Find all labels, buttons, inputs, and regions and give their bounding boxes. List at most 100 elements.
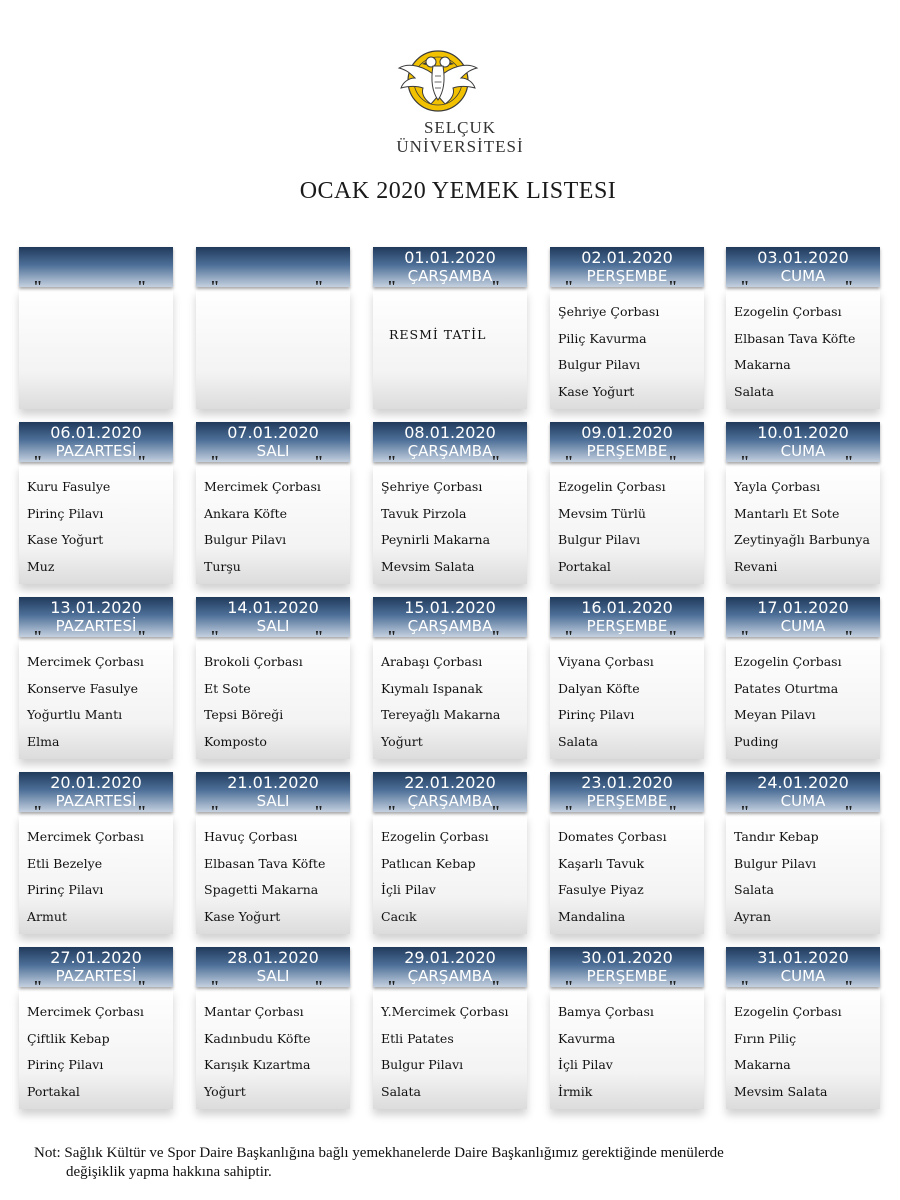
menu-item: Tepsi Böreği [204,707,284,722]
menu-item-list: Ezogelin Çorbası Mevsim Türlü Bulgur Pilav… [558,474,666,580]
quote-mark-right: " [314,627,324,646]
day-card-body: RESMİ TATİL [373,289,527,409]
day-card-body: Mercimek Çorbası Çiftlik Kebap Pirinç Pila… [19,989,173,1109]
menu-item: Şehriye Çorbası [558,304,660,319]
quote-mark-left: " [210,627,220,646]
day-card-body [196,289,350,409]
menu-item: Havuç Çorbası [204,829,298,844]
menu-item: Mandalina [558,908,626,924]
menu-item: Kase Yoğurt [558,383,635,399]
menu-item: Pirinç Pilavı [558,707,635,722]
menu-item-list: Ezogelin Çorbası Fırın Piliç Makarna Mevsim… [734,999,842,1105]
menu-item: Makarna [734,357,791,372]
quote-mark-right: " [668,627,678,646]
menu-item: Bulgur Pilavı [558,357,641,372]
quote-mark-left: " [564,277,574,296]
menu-item-list: Mercimek Çorbası Etli Bezelye Pirinç Pilav… [27,824,144,930]
menu-item: Şehriye Çorbası [381,479,483,494]
day-card-body: Domates Çorbası Kaşarlı Tavuk Fasulye Piya… [550,814,704,934]
day-card-body [19,289,173,409]
menu-item-list: Ezogelin Çorbası Elbasan Tava Köfte Makarn… [734,299,855,405]
day-card-body: Mantar Çorbası Kadınbudu Köfte Karışık Kız… [196,989,350,1109]
menu-item: Kadınbudu Köfte [204,1030,311,1046]
quote-mark-left: " [210,452,220,471]
day-card-body: Mercimek Çorbası Ankara Köfte Bulgur Pilav… [196,464,350,584]
page-title: OCAK 2020 YEMEK LISTESI [299,178,617,204]
menu-item-list: Mercimek Çorbası Konserve Fasulye Yoğurtlu… [27,649,144,755]
menu-item-list: Bamya Çorbası Kavurma İçli Pilav İrmik [558,999,654,1105]
menu-item: Dalyan Köfte [558,680,640,696]
day-card: Tandır Kebap Bulgur Pilavı Salata Ayran 24.0… [726,772,880,942]
day-card: Arabaşı Çorbası Kıymalı Ispanak Tereyağlı … [373,597,527,767]
holiday-label: RESMİ TATİL [389,327,487,342]
menu-item: İçli Pilav [558,1057,613,1072]
quote-mark-right: " [137,977,147,996]
day-card: Mercimek Çorbası Çiftlik Kebap Pirinç Pila… [19,947,173,1117]
menu-item: Mercimek Çorbası [27,654,144,669]
day-card: RESMİ TATİL 01.01.2020 ÇARŞAMBA " " [373,247,527,417]
quote-mark-left: " [740,802,750,821]
menu-item: Elbasan Tava Köfte [734,330,856,346]
quote-mark-left: " [740,277,750,296]
menu-item: Tandır Kebap [734,829,819,844]
quote-mark-left: " [564,802,574,821]
menu-item: Etli Bezelye [27,855,103,871]
menu-item: İrmik [558,1083,593,1099]
quote-mark-left: " [740,452,750,471]
day-card-date: 28.01.2020 [227,948,319,967]
day-card: Mercimek Çorbası Etli Bezelye Pirinç Pilav… [19,772,173,942]
quote-mark-right: " [314,802,324,821]
menu-item: Mercimek Çorbası [204,479,321,494]
day-card-body: Viyana Çorbası Dalyan Köfte Pirinç Pilavı S… [550,639,704,759]
menu-item: Ankara Köfte [204,505,288,521]
day-card-body: Ezogelin Çorbası Patates Oturtma Meyan Pil… [726,639,880,759]
quote-mark-left: " [33,802,43,821]
menu-item: Kaşarlı Tavuk [558,855,645,871]
quote-mark-left: " [33,452,43,471]
university-seal-logo [397,50,479,112]
day-card: Viyana Çorbası Dalyan Köfte Pirinç Pilavı S… [550,597,704,767]
quote-mark-left: " [387,977,397,996]
quote-mark-right: " [137,802,147,821]
day-card-body: Yayla Çorbası Mantarlı Et Sote Zeytinyağlı… [726,464,880,584]
day-card-date: 27.01.2020 [50,948,142,967]
quote-mark-right: " [491,277,501,296]
day-card-body: Ezogelin Çorbası Patlıcan Kebap İçli Pilav… [373,814,527,934]
menu-item: Yoğurtlu Mantı [27,707,123,722]
menu-item: Turşu [204,558,241,574]
menu-item: Viyana Çorbası [558,654,654,669]
quote-mark-right: " [668,802,678,821]
menu-item: Mercimek Çorbası [27,1004,144,1019]
menu-item: Et Sote [204,680,251,696]
day-card: Ezogelin Çorbası Patlıcan Kebap İçli Pilav… [373,772,527,942]
menu-item: Kase Yoğurt [27,532,104,547]
day-card: Mercimek Çorbası Ankara Köfte Bulgur Pilav… [196,422,350,592]
quote-mark-right: " [668,452,678,471]
menu-item: Bulgur Pilavı [734,855,817,871]
day-card-date: 08.01.2020 [404,423,496,442]
quote-mark-right: " [491,977,501,996]
quote-mark-right: " [844,977,854,996]
quote-mark-right: " [314,277,324,296]
menu-item: Mercimek Çorbası [27,829,144,844]
day-card: Mercimek Çorbası Konserve Fasulye Yoğurtlu… [19,597,173,767]
quote-mark-left: " [33,627,43,646]
menu-item: Elma [27,733,60,749]
menu-item-list: Şehriye Çorbası Tavuk Pirzola Peynirli Mak… [381,474,490,580]
day-card-date: 07.01.2020 [227,423,319,442]
quote-mark-left: " [740,977,750,996]
menu-item: Bulgur Pilavı [381,1057,464,1072]
menu-item: Ezogelin Çorbası [734,1004,842,1019]
menu-item: Çiftlik Kebap [27,1030,110,1046]
quote-mark-left: " [564,977,574,996]
menu-item: Ezogelin Çorbası [734,304,842,319]
day-card-date [196,247,350,249]
day-card-date: 14.01.2020 [227,598,319,617]
menu-item: Fasulye Piyaz [558,882,644,897]
day-card-date: 24.01.2020 [757,773,849,792]
menu-item: Makarna [734,1057,791,1072]
menu-item: Komposto [204,733,267,749]
menu-item: Domates Çorbası [558,829,667,844]
quote-mark-right: " [491,802,501,821]
menu-item: Mevsim Salata [381,558,475,574]
